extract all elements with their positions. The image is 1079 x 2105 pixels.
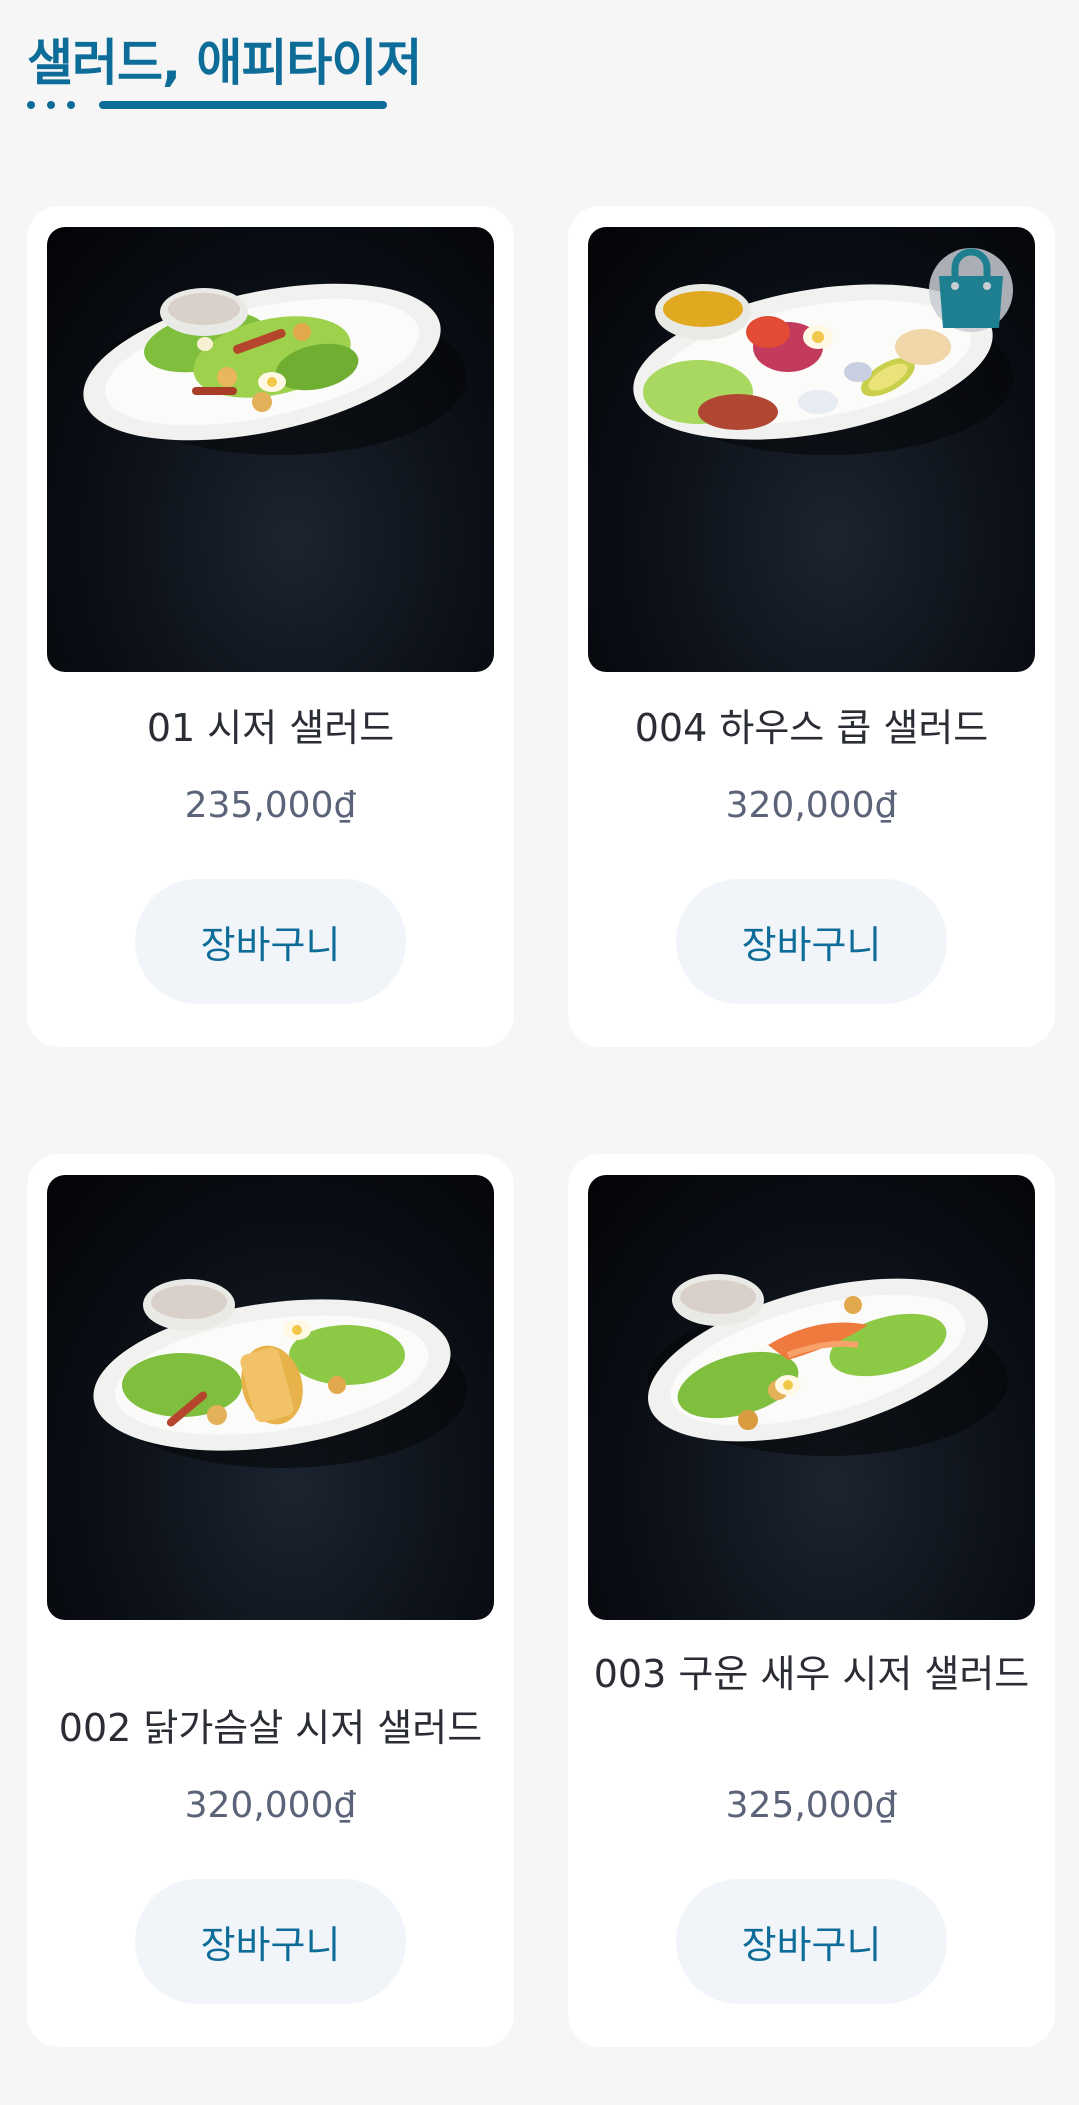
add-to-cart-button[interactable]: 장바구니 bbox=[135, 879, 406, 1004]
product-price: 235,000₫ bbox=[184, 785, 357, 826]
add-to-cart-button[interactable]: 장바구니 bbox=[676, 1879, 947, 2004]
title-underline bbox=[27, 100, 387, 110]
add-to-cart-button[interactable]: 장바구니 bbox=[135, 1879, 406, 2004]
product-card[interactable]: 002 닭가슴살 시저 샐러드 320,000₫ 장바구니 bbox=[27, 1154, 514, 2047]
section-header: 샐러드, 애피타이저 bbox=[27, 28, 422, 109]
underline-bar bbox=[99, 101, 387, 109]
underline-dot bbox=[67, 101, 75, 109]
product-name[interactable]: 003 구운 새우 시저 샐러드 bbox=[578, 1647, 1045, 1701]
product-name[interactable]: 01 시저 샐러드 bbox=[37, 701, 504, 755]
caesar-salad-image bbox=[83, 283, 467, 455]
product-card[interactable]: 004 하우스 콥 샐러드 320,000₫ 장바구니 bbox=[568, 206, 1055, 1047]
product-price: 325,000₫ bbox=[725, 1785, 898, 1826]
shopping-bag-icon bbox=[939, 248, 1003, 328]
product-card[interactable]: 01 시저 샐러드 235,000₫ 장바구니 bbox=[27, 206, 514, 1047]
underline-dot bbox=[27, 101, 35, 109]
product-image[interactable] bbox=[47, 227, 494, 672]
section-title: 샐러드, 애피타이저 bbox=[27, 34, 422, 92]
product-card[interactable]: 003 구운 새우 시저 샐러드 325,000₫ 장바구니 bbox=[568, 1154, 1055, 2047]
cart-badge[interactable] bbox=[929, 248, 1013, 332]
chicken-caesar-salad-image bbox=[93, 1279, 467, 1468]
product-name[interactable]: 004 하우스 콥 샐러드 bbox=[578, 701, 1045, 755]
product-image[interactable] bbox=[588, 227, 1035, 672]
underline-dot bbox=[47, 101, 55, 109]
product-image[interactable] bbox=[588, 1175, 1035, 1620]
grilled-shrimp-caesar-salad-image bbox=[647, 1274, 1008, 1456]
product-price: 320,000₫ bbox=[184, 1785, 357, 1826]
product-image[interactable] bbox=[47, 1175, 494, 1620]
product-price: 320,000₫ bbox=[725, 785, 898, 826]
add-to-cart-button[interactable]: 장바구니 bbox=[676, 879, 947, 1004]
product-name[interactable]: 002 닭가슴살 시저 샐러드 bbox=[37, 1701, 504, 1755]
